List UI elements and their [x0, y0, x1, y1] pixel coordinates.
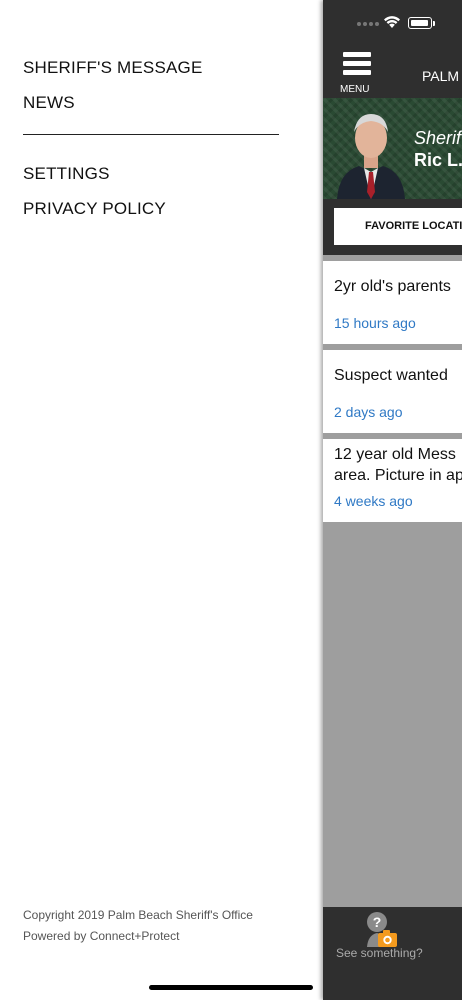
app-main-panel[interactable]: MENU PALM Sherif Ric L. FAVORITE LOCATIO… — [323, 0, 462, 1000]
battery-tip — [433, 21, 435, 26]
news-title-line-2: area. Picture in ap — [334, 467, 462, 484]
news-title: Suspect wanted — [334, 367, 448, 384]
news-timestamp: 4 weeks ago — [334, 493, 413, 509]
top-navigation-bar: MENU PALM — [323, 46, 462, 98]
favorite-locations-bar: FAVORITE LOCATIO — [323, 199, 462, 255]
copyright-text: Copyright 2019 Palm Beach Sheriff's Offi… — [23, 908, 253, 922]
menu-item-privacy-policy[interactable]: PRIVACY POLICY — [23, 199, 166, 219]
menu-button-label[interactable]: MENU — [340, 84, 369, 95]
menu-item-settings[interactable]: SETTINGS — [23, 164, 110, 184]
sheriff-photo — [337, 114, 405, 199]
bottom-tab-bar: ? See something? — [323, 907, 462, 1000]
news-card[interactable]: 2yr old's parents 15 hours ago — [323, 261, 462, 344]
see-something-label[interactable]: See something? — [336, 946, 423, 960]
svg-text:?: ? — [373, 914, 382, 930]
news-card[interactable]: 12 year old Mess area. Picture in ap 4 w… — [323, 439, 462, 522]
battery-icon — [408, 17, 432, 29]
news-card[interactable]: Suspect wanted 2 days ago — [323, 350, 462, 433]
menu-item-sheriffs-message[interactable]: SHERIFF'S MESSAGE — [23, 58, 203, 78]
menu-divider — [23, 134, 279, 135]
cellular-signal-icon — [357, 22, 379, 26]
home-indicator[interactable] — [149, 985, 313, 990]
see-something-icon[interactable]: ? — [365, 909, 399, 949]
news-title: 2yr old's parents — [334, 278, 451, 295]
news-title-line-1: 12 year old Mess — [334, 446, 456, 463]
favorite-locations-button[interactable]: FAVORITE LOCATIO — [334, 208, 462, 245]
news-timestamp: 2 days ago — [334, 404, 403, 420]
menu-item-news[interactable]: NEWS — [23, 93, 75, 113]
navigation-drawer: SHERIFF'S MESSAGE NEWS SETTINGS PRIVACY … — [0, 0, 323, 1000]
news-timestamp: 15 hours ago — [334, 315, 416, 331]
powered-by-text: Powered by Connect+Protect — [23, 929, 180, 943]
sheriff-banner[interactable]: Sherif Ric L. — [323, 98, 462, 199]
status-bar — [323, 0, 462, 46]
banner-title: Sherif — [414, 128, 462, 148]
wifi-icon — [384, 16, 400, 28]
app-title: PALM — [422, 68, 460, 84]
banner-name: Ric L. — [414, 150, 462, 170]
hamburger-icon[interactable] — [343, 52, 371, 79]
